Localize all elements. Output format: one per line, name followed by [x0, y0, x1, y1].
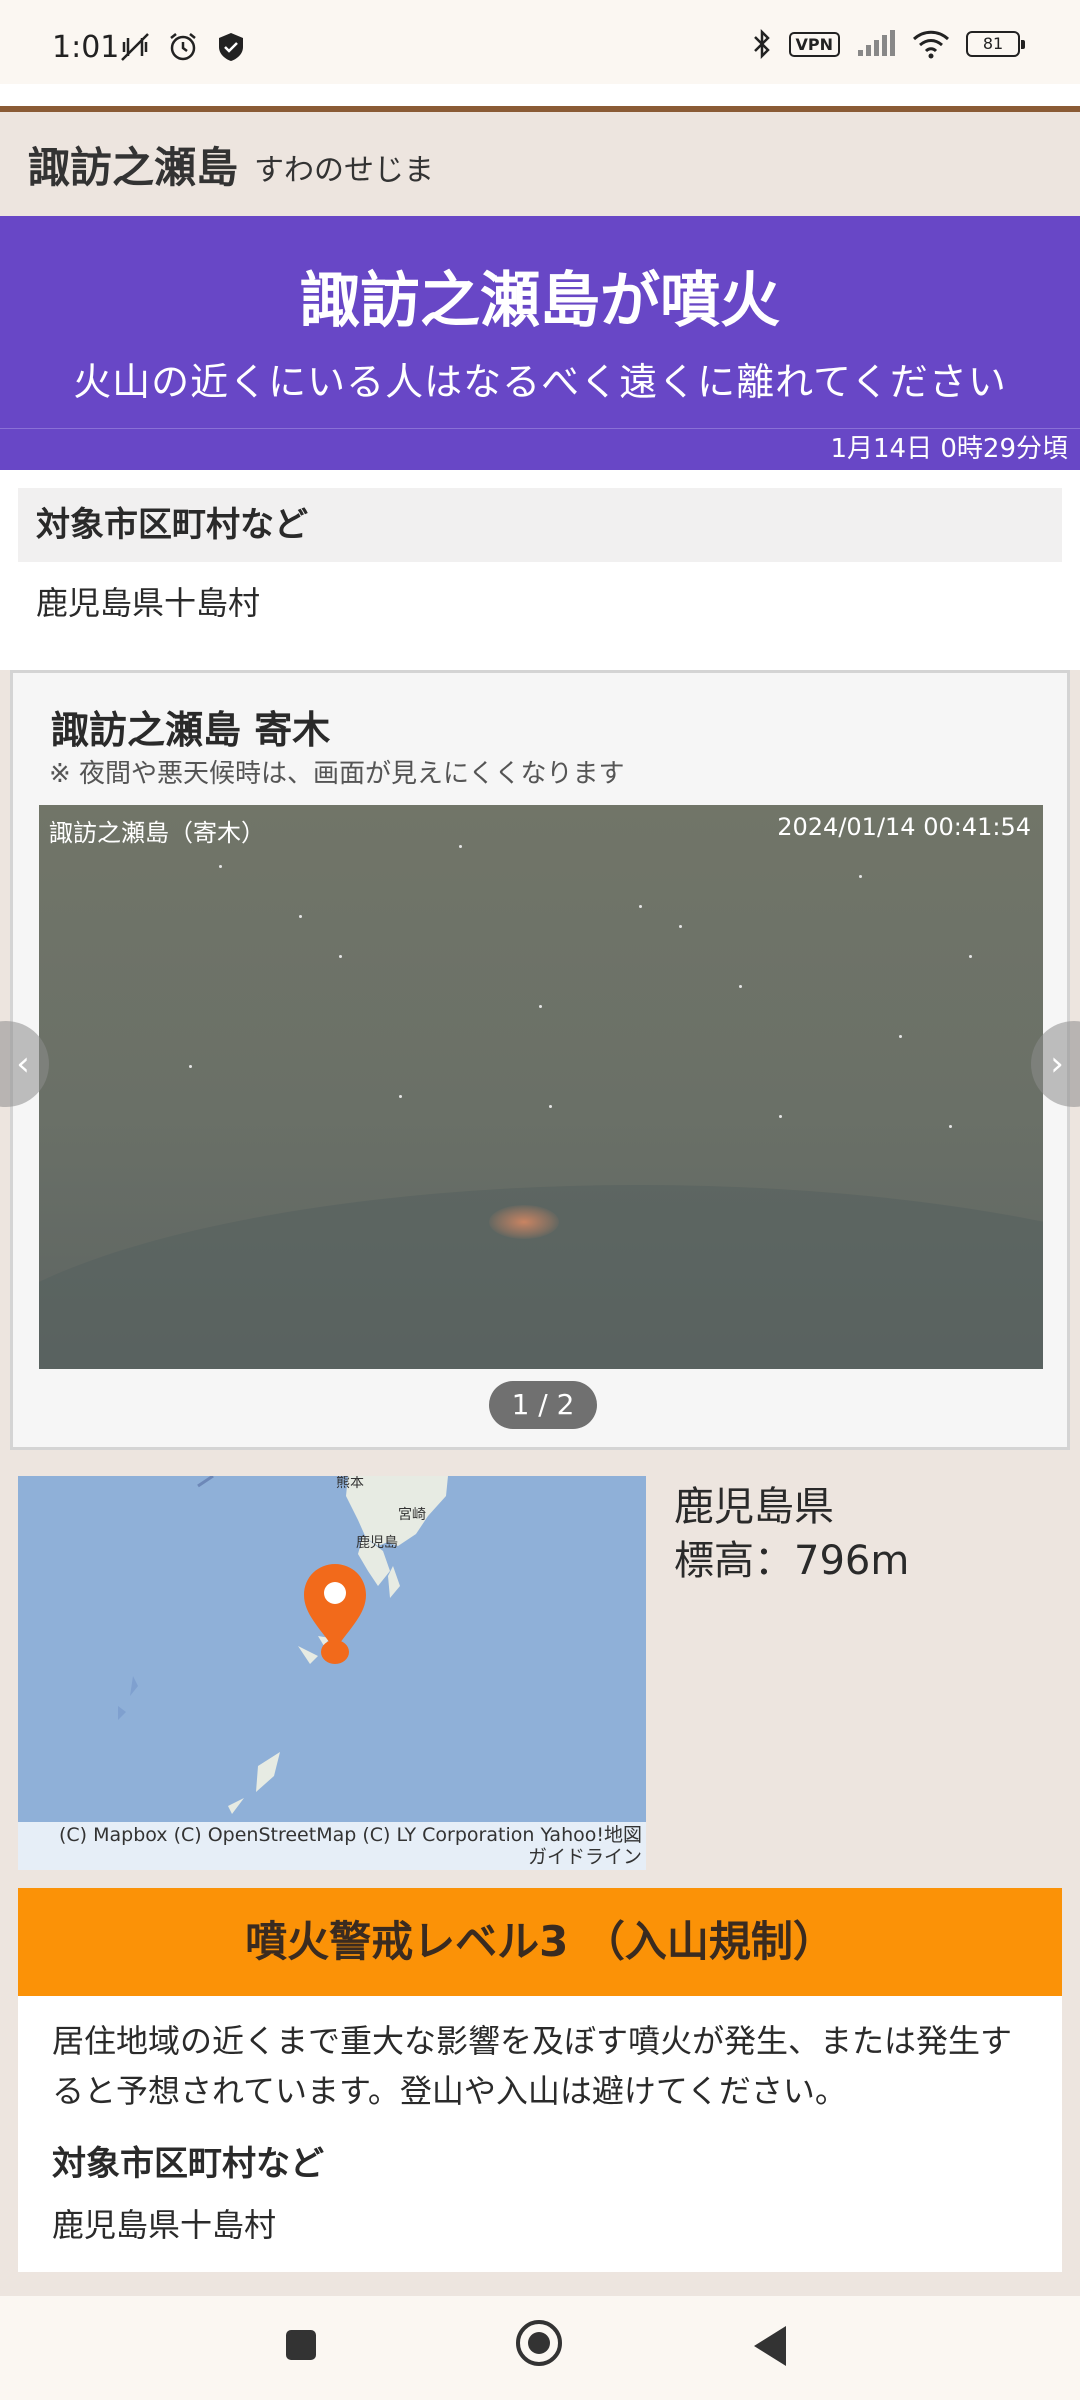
camera-title: 諏訪之瀬島 寄木 [51, 708, 331, 752]
signal-icon [858, 30, 895, 56]
status-right-icons: VPN 81 [751, 28, 1025, 60]
alert-level-description: 居住地域の近くまで重大な影響を及ぼす噴火が発生、または発生すると予想されています… [52, 2022, 1013, 2110]
camera-note: ※ 夜間や悪天候時は、画面が見えにくくなります [49, 759, 625, 789]
ash-particle [399, 1095, 402, 1098]
ash-particle [339, 955, 342, 958]
target-area-card: 対象市区町村など 鹿児島県十島村 [0, 470, 1080, 670]
volcano-elevation: 標高：796m [674, 1538, 910, 1584]
map-attribution-line1: (C) Mapbox (C) OpenStreetMap (C) LY Corp… [58, 1824, 642, 1846]
ash-particle [639, 905, 642, 908]
ash-particle [549, 1105, 552, 1108]
ash-particle [539, 1005, 542, 1008]
ash-particle [739, 985, 742, 988]
recents-button[interactable] [286, 2330, 316, 2360]
ash-particle [189, 1065, 192, 1068]
status-left-icons [118, 30, 248, 64]
chevron-left-icon: ‹ [16, 1044, 30, 1084]
ash-particle [899, 1035, 902, 1038]
map-town-kagoshima: 鹿児島 [356, 1535, 398, 1551]
vpn-badge: VPN [788, 31, 840, 57]
wifi-icon [912, 30, 950, 59]
volcano-map[interactable]: 熊本 宮崎 鹿児島 (C) Mapbox (C) OpenStreetMap (… [18, 1476, 646, 1870]
target-area-heading: 対象市区町村など [18, 488, 1062, 562]
home-button[interactable] [516, 2320, 562, 2366]
alert-timestamp: 1月14日 0時29分頃 [0, 428, 1080, 470]
ash-particle [859, 875, 862, 878]
camera-timestamp-label: 2024/01/14 00:41:54 [777, 813, 1031, 841]
level-area-heading: 対象市区町村など [52, 2144, 324, 2184]
alert-title: 諏訪之瀬島が噴火 [300, 266, 780, 336]
level-area-value: 鹿児島県十島村 [52, 2206, 277, 2244]
back-button[interactable] [754, 2326, 786, 2366]
map-attribution[interactable]: (C) Mapbox (C) OpenStreetMap (C) LY Corp… [18, 1822, 646, 1870]
ash-particle [949, 1125, 952, 1128]
eruption-alert-banner: 諏訪之瀬島が噴火 火山の近くにいる人はなるべく遠くに離れてください [0, 216, 1080, 428]
alert-level-card: 居住地域の近くまで重大な影響を及ぼす噴火が発生、または発生すると予想されています… [18, 1996, 1062, 2272]
eruption-glow [489, 1205, 559, 1239]
target-area-value: 鹿児島県十島村 [36, 584, 261, 622]
shield-icon [219, 33, 243, 61]
alert-subtitle: 火山の近くにいる人はなるべく遠くに離れてください [73, 360, 1007, 404]
carousel-pager: 1 / 2 [489, 1381, 597, 1429]
bluetooth-icon [753, 28, 770, 60]
map-land-shapes [118, 1476, 448, 1814]
battery-indicator: 81 [966, 31, 1025, 57]
volcano-prefecture: 鹿児島県 [674, 1484, 834, 1530]
location-marker-icon [304, 1564, 366, 1664]
status-bar: 1:01 VPN 81 [0, 0, 1080, 84]
volcano-camera-card: 諏訪之瀬島 寄木 ※ 夜間や悪天候時は、画面が見えにくくなります 諏訪之瀬島（寄… [0, 670, 1080, 1450]
status-gap [0, 84, 1080, 106]
camera-location-label: 諏訪之瀬島（寄木） [49, 819, 265, 847]
alarm-icon [170, 33, 196, 61]
page-title: 諏訪之瀬島 [28, 142, 239, 192]
map-town-miyazaki: 宮崎 [398, 1507, 426, 1523]
map-attribution-guideline[interactable]: ガイドライン [18, 1846, 642, 1868]
system-nav-bar [0, 2296, 1080, 2400]
chevron-right-icon: › [1050, 1044, 1064, 1084]
status-time: 1:01 [52, 30, 120, 65]
camera-image[interactable]: 諏訪之瀬島（寄木） 2024/01/14 00:41:54 [39, 805, 1043, 1369]
ash-particle [779, 1115, 782, 1118]
page-title-kana: すわのせじま [254, 153, 435, 188]
ash-particle [969, 955, 972, 958]
alert-level-heading: 噴火警戒レベル3 （入山規制） [18, 1888, 1062, 1996]
ash-particle [219, 865, 222, 868]
map-town-kumamoto: 熊本 [336, 1476, 364, 1491]
ash-particle [679, 925, 682, 928]
page-header: 諏訪之瀬島 すわのせじま [0, 112, 1080, 216]
ash-particle [459, 845, 462, 848]
mute-vibrate-icon [121, 33, 149, 61]
ash-particle [299, 915, 302, 918]
